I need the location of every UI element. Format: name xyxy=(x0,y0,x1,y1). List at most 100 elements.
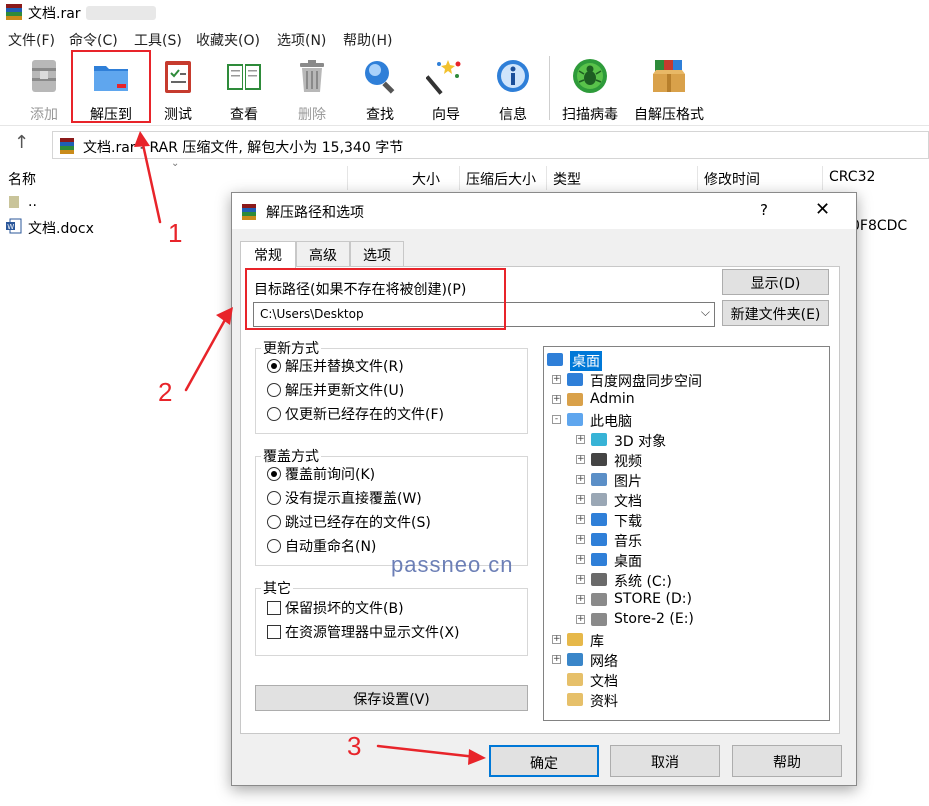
address-text: 文档.rar - RAR 压缩文件, 解包大小为 15,340 字节 xyxy=(83,140,404,156)
target-path-highlight xyxy=(245,268,506,330)
folder-tree[interactable]: 桌面 + 百度网盘同步空间 + Admin - 此电脑 +3D 对象 + 视频 + 图片 + 文档 + 下载 +… xyxy=(543,346,830,721)
tree-node-label: 资料 xyxy=(590,694,618,710)
column-modified[interactable]: 修改时间 xyxy=(704,169,760,189)
show-in-explorer-checkbox[interactable] xyxy=(267,625,281,639)
tab-general[interactable]: 常规 xyxy=(240,241,296,268)
tree-node-label: STORE (D:) xyxy=(614,591,692,607)
tree-expand-icon[interactable]: + xyxy=(576,495,585,504)
tree-node-label: Store-2 (E:) xyxy=(614,611,694,627)
toolbar-test-button[interactable]: 测试 xyxy=(148,52,208,126)
dialog-help-button[interactable]: ? xyxy=(760,201,768,219)
update-update-radio[interactable] xyxy=(267,383,281,397)
toolbar-wizard-button[interactable]: 向导 xyxy=(416,52,476,126)
tree-expand-icon[interactable]: + xyxy=(576,515,585,524)
new-folder-button[interactable]: 新建文件夹(E) xyxy=(722,300,829,326)
show-button[interactable]: 显示(D) xyxy=(722,269,829,295)
cancel-button[interactable]: 取消 xyxy=(610,745,720,777)
overwrite-silent-label[interactable]: 没有提示直接覆盖(W) xyxy=(285,488,422,508)
folder-icon xyxy=(566,671,584,688)
tree-expand-icon[interactable]: + xyxy=(552,375,561,384)
toolbar-add-button[interactable]: 添加 xyxy=(14,52,74,126)
menu-options[interactable]: 选项(N) xyxy=(277,30,326,50)
update-replace-radio[interactable] xyxy=(267,359,281,373)
desktop-icon xyxy=(546,351,564,368)
video-icon xyxy=(590,451,608,468)
system-drive-icon xyxy=(590,571,608,588)
tree-expand-icon[interactable]: + xyxy=(552,635,561,644)
window-title: 文档.rar xyxy=(28,6,81,22)
column-name[interactable]: 名称 xyxy=(8,169,36,189)
column-size[interactable]: 大小 xyxy=(412,169,440,189)
tree-node-label: 百度网盘同步空间 xyxy=(590,374,702,390)
tree-expand-icon[interactable]: + xyxy=(576,455,585,464)
folder-up-icon xyxy=(9,196,19,208)
tree-expand-icon[interactable]: + xyxy=(576,435,585,444)
toolbar-sfx-button[interactable]: 自解压格式 xyxy=(628,52,710,126)
overwrite-rename-radio[interactable] xyxy=(267,539,281,553)
address-field[interactable]: 文档.rar - RAR 压缩文件, 解包大小为 15,340 字节 xyxy=(52,131,929,159)
list-item-name: 文档.docx xyxy=(28,221,94,237)
misc-title: 其它 xyxy=(261,578,293,598)
wizard-wand-icon xyxy=(426,60,461,95)
update-existing-label[interactable]: 仅更新已经存在的文件(F) xyxy=(285,404,444,424)
dialog-title: 解压路径和选项 xyxy=(266,205,364,221)
tree-node-label: Admin xyxy=(590,391,635,407)
column-divider xyxy=(459,166,460,190)
tree-expand-icon[interactable]: + xyxy=(576,575,585,584)
column-type[interactable]: 类型 xyxy=(553,169,581,189)
extract-button-highlight xyxy=(71,50,151,123)
tab-options[interactable]: 选项 xyxy=(350,241,404,267)
sort-chevron-icon: ⌄ xyxy=(171,158,180,169)
menu-file[interactable]: 文件(F) xyxy=(8,30,55,50)
overwrite-skip-radio[interactable] xyxy=(267,515,281,529)
menu-command[interactable]: 命令(C) xyxy=(69,30,118,50)
overwrite-ask-radio[interactable] xyxy=(267,467,281,481)
toolbar-info-button[interactable]: 信息 xyxy=(483,52,543,126)
overwrite-ask-label[interactable]: 覆盖前询问(K) xyxy=(285,464,375,484)
dialog-close-icon[interactable]: ✕ xyxy=(815,199,830,220)
update-replace-label[interactable]: 解压并替换文件(R) xyxy=(285,356,404,376)
tree-expand-icon[interactable]: + xyxy=(576,595,585,604)
menu-tools[interactable]: 工具(S) xyxy=(134,30,182,50)
toolbar-delete-button[interactable]: 删除 xyxy=(282,52,342,126)
menu-favorites[interactable]: 收藏夹(O) xyxy=(196,30,260,50)
blurred-title-region xyxy=(86,6,156,20)
tree-expand-icon[interactable]: + xyxy=(552,655,561,664)
column-packed-size[interactable]: 压缩后大小 xyxy=(466,169,536,189)
ok-button[interactable]: 确定 xyxy=(489,745,599,777)
tree-collapse-icon[interactable]: - xyxy=(552,415,561,424)
tree-expand-icon[interactable]: + xyxy=(576,535,585,544)
update-update-label[interactable]: 解压并更新文件(U) xyxy=(285,380,404,400)
help-button[interactable]: 帮助 xyxy=(732,745,842,777)
up-arrow-icon[interactable]: ↑ xyxy=(14,132,29,153)
overwrite-rename-label[interactable]: 自动重命名(N) xyxy=(285,536,376,556)
tree-expand-icon[interactable]: + xyxy=(576,615,585,624)
show-in-explorer-label[interactable]: 在资源管理器中显示文件(X) xyxy=(285,622,460,642)
save-settings-button[interactable]: 保存设置(V) xyxy=(255,685,528,711)
keep-broken-checkbox[interactable] xyxy=(267,601,281,615)
update-existing-radio[interactable] xyxy=(267,407,281,421)
tree-expand-icon[interactable]: + xyxy=(552,395,561,404)
overwrite-skip-label[interactable]: 跳过已经存在的文件(S) xyxy=(285,512,431,532)
toolbar-find-button[interactable]: 查找 xyxy=(350,52,410,126)
tree-node-label: 桌面 xyxy=(614,554,642,570)
documents-icon xyxy=(590,491,608,508)
tree-node-label: 视频 xyxy=(614,454,642,470)
toolbar-virus-scan-button[interactable]: 扫描病毒 xyxy=(556,52,624,126)
desktop-icon xyxy=(590,551,608,568)
folder-icon xyxy=(566,691,584,708)
chevron-down-icon[interactable]: ⌵ xyxy=(701,305,710,320)
tree-node-label: 文档 xyxy=(614,494,642,510)
keep-broken-label[interactable]: 保留损坏的文件(B) xyxy=(285,598,404,618)
menu-help[interactable]: 帮助(H) xyxy=(343,30,392,50)
baidu-cloud-icon xyxy=(566,371,584,388)
tab-advanced[interactable]: 高级 xyxy=(296,241,350,267)
toolbar-view-button[interactable]: 查看 xyxy=(214,52,274,126)
drive-icon xyxy=(590,591,608,608)
download-icon xyxy=(590,511,608,528)
column-crc32[interactable]: CRC32 xyxy=(829,169,875,185)
tree-expand-icon[interactable]: + xyxy=(576,475,585,484)
overwrite-silent-radio[interactable] xyxy=(267,491,281,505)
tree-expand-icon[interactable]: + xyxy=(576,555,585,564)
dialog-title-bar: 解压路径和选项 ? ✕ xyxy=(232,193,856,229)
